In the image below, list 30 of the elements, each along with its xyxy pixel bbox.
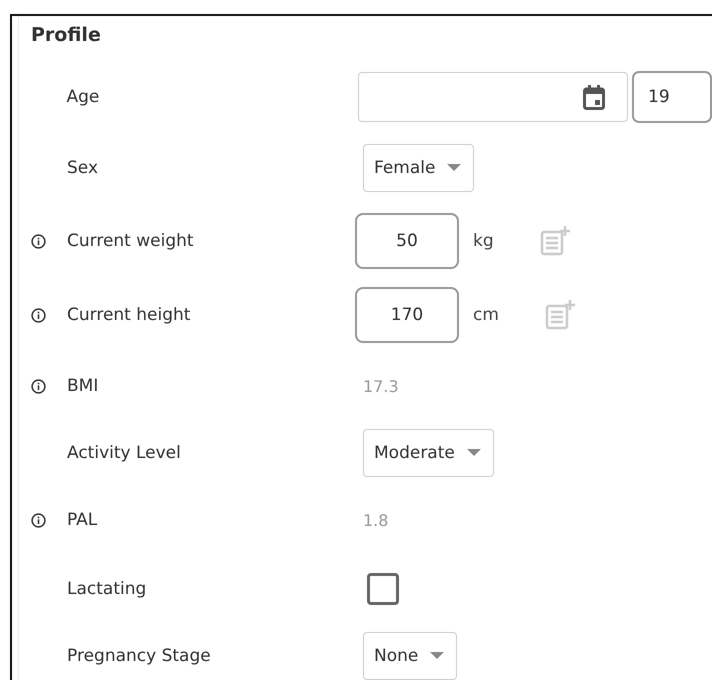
- field-label: Sex: [67, 158, 100, 178]
- info-icon[interactable]: [31, 308, 46, 322]
- dropdown[interactable]: None: [363, 632, 458, 680]
- field-label: PAL: [67, 510, 98, 530]
- checkbox[interactable]: [367, 573, 399, 605]
- info-icon[interactable]: [31, 378, 46, 394]
- info-icon[interactable]: [31, 512, 46, 528]
- info-icon[interactable]: [31, 234, 46, 248]
- unit-label: cm: [473, 305, 499, 325]
- computed-value: 1.8: [363, 510, 388, 530]
- calendar-icon[interactable]: [583, 84, 605, 110]
- field-label: Pregnancy Stage: [67, 646, 212, 666]
- dropdown[interactable]: Female: [363, 144, 474, 192]
- age-field[interactable]: 19: [632, 71, 712, 123]
- dropdown[interactable]: Moderate: [363, 429, 494, 477]
- caret-icon: [447, 164, 462, 172]
- number-field[interactable]: 50: [355, 213, 459, 269]
- caret-icon: [466, 449, 481, 457]
- field-label: Current height: [67, 305, 192, 325]
- number-field[interactable]: 170: [355, 287, 459, 343]
- field-label: Activity Level: [67, 443, 182, 463]
- field-label: Lactating: [67, 579, 148, 599]
- date-field[interactable]: [358, 72, 628, 122]
- caret-icon: [430, 652, 444, 660]
- panel-title: Profile: [31, 24, 102, 48]
- unit-label: kg: [473, 231, 494, 251]
- field-label: Age: [66, 87, 100, 107]
- field-label: Current weight: [67, 231, 195, 251]
- computed-value: 17.3: [363, 376, 399, 396]
- field-label: BMI: [67, 376, 100, 396]
